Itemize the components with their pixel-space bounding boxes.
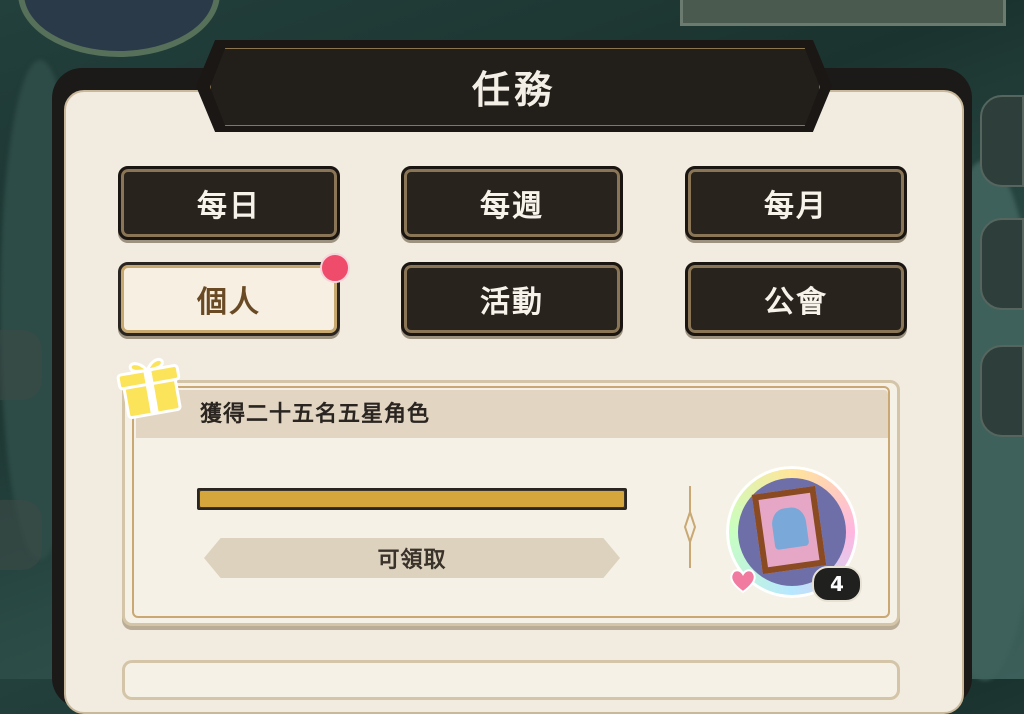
- notification-dot: [320, 253, 350, 283]
- tab-monthly[interactable]: 每月: [685, 166, 907, 240]
- side-tab: [980, 95, 1024, 187]
- progress-bar-fill: [200, 491, 624, 507]
- side-tab: [980, 345, 1024, 437]
- tab-event[interactable]: 活動: [401, 262, 623, 336]
- heart-icon: [730, 569, 756, 594]
- side-tab: [980, 218, 1024, 310]
- tab-guild[interactable]: 公會: [685, 262, 907, 336]
- quest-card: [122, 660, 900, 700]
- quest-title: 獲得二十五名五星角色: [200, 402, 431, 427]
- divider-ornament-icon: [683, 486, 697, 568]
- reward-count-badge: 4: [812, 566, 862, 602]
- background-panel: [680, 0, 1006, 26]
- gift-icon: [116, 357, 182, 420]
- tab-weekly[interactable]: 每週: [401, 166, 623, 240]
- side-tab: [0, 330, 42, 400]
- side-tab: [0, 500, 42, 570]
- claim-button[interactable]: 可領取: [204, 538, 620, 578]
- page-title: 任務: [471, 67, 556, 112]
- tab-personal[interactable]: 個人: [118, 262, 340, 336]
- background-ornament: [18, 0, 220, 57]
- character-portrait-frame-icon: [751, 485, 827, 575]
- tab-daily[interactable]: 每日: [118, 166, 340, 240]
